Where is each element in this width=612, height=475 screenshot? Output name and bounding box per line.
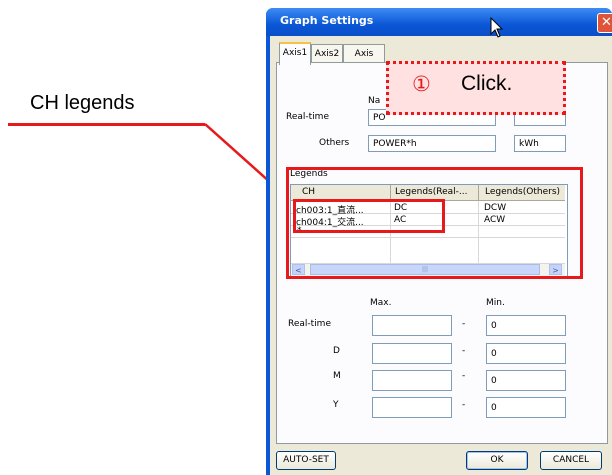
range-label-d: D	[333, 346, 340, 356]
max-m-field[interactable]	[372, 370, 452, 391]
cancel-button[interactable]: CANCEL	[540, 451, 602, 470]
others-name-field[interactable]: POWER*h	[368, 135, 496, 152]
range-label-m: M	[333, 371, 341, 381]
tab-axis1[interactable]: Axis1	[279, 42, 311, 65]
min-column-header: Min.	[486, 298, 505, 308]
tab-axis3[interactable]: Axis	[343, 44, 385, 63]
mouse-cursor-icon	[490, 17, 504, 38]
range-separator: -	[462, 319, 466, 329]
ch-column-highlight-box	[293, 199, 445, 233]
range-separator: -	[462, 346, 466, 356]
others-name-label: Others	[319, 138, 350, 148]
callout-step-number: ①	[412, 72, 431, 96]
max-realtime-field[interactable]	[372, 315, 452, 336]
max-y-field[interactable]	[372, 397, 452, 418]
range-separator: -	[462, 400, 466, 410]
range-separator: -	[462, 371, 466, 381]
max-column-header: Max.	[370, 298, 392, 308]
min-d-field[interactable]: 0	[486, 343, 566, 364]
others-unit-field[interactable]: kWh	[514, 135, 566, 152]
name-column-header: Na	[368, 96, 381, 106]
realtime-name-label: Real-time	[286, 112, 329, 122]
min-realtime-field[interactable]: 0	[486, 315, 566, 336]
close-button[interactable]: ✕	[597, 13, 612, 33]
range-label-y: Y	[333, 400, 339, 410]
callout-instruction: Click.	[461, 72, 513, 95]
dialog-title: Graph Settings	[280, 14, 374, 27]
ok-button[interactable]: OK	[466, 451, 528, 470]
max-d-field[interactable]	[372, 343, 452, 364]
auto-set-button[interactable]: AUTO-SET	[276, 451, 336, 470]
tab-axis2[interactable]: Axis2	[311, 44, 343, 63]
min-y-field[interactable]: 0	[486, 397, 566, 418]
min-m-field[interactable]: 0	[486, 370, 566, 391]
range-label-realtime: Real-time	[288, 319, 331, 329]
